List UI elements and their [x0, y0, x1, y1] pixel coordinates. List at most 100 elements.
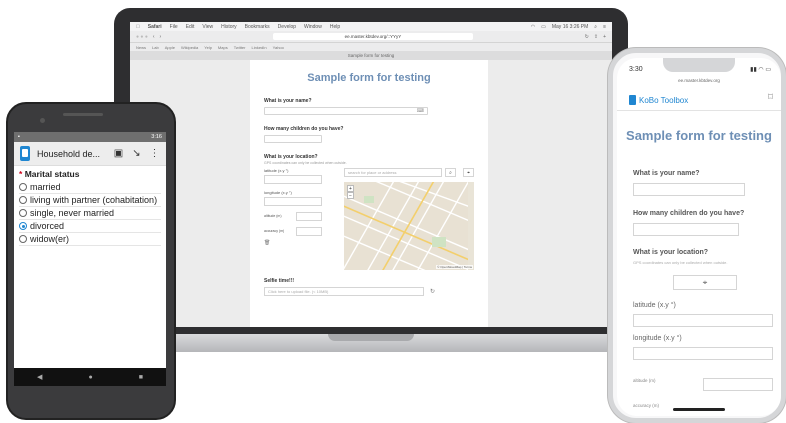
altitude-input[interactable]	[703, 378, 773, 391]
radio-button[interactable]	[19, 209, 27, 217]
bookmark-item[interactable]: News	[136, 45, 146, 50]
bookmark-item[interactable]: LinkedIn	[251, 45, 266, 50]
altitude-label: altitude (m)	[264, 213, 282, 218]
latitude-input[interactable]	[264, 175, 322, 184]
accuracy-input[interactable]	[296, 227, 322, 236]
form-title: Sample form for testing	[626, 128, 772, 143]
bookmark-item[interactable]: Apple	[165, 45, 175, 50]
option-widower[interactable]: widow(er)	[19, 233, 161, 246]
browser-tab[interactable]: Sample form for testing	[130, 51, 612, 60]
form-title: Sample form for testing	[307, 72, 431, 84]
map-tiles	[344, 182, 474, 270]
option-divorced[interactable]: divorced	[19, 220, 161, 233]
zoom-out-button[interactable]: −	[347, 192, 354, 199]
latitude-label: latitude (x.y °)	[633, 302, 676, 309]
map-search-button[interactable]: ⌕	[445, 168, 456, 177]
longitude-label: longitude (x.y °)	[633, 335, 682, 342]
iphone-url-bar[interactable]: ee.master.kbtdev.org	[617, 78, 781, 83]
children-input[interactable]	[264, 135, 322, 143]
menu-safari[interactable]: Safari	[148, 24, 162, 30]
window-buttons[interactable]: ● ● ●	[136, 34, 148, 40]
web-page: Sample form for testing What is your nam…	[130, 60, 612, 327]
android-speaker	[63, 113, 103, 116]
radio-button[interactable]	[19, 196, 27, 204]
menu-file[interactable]: File	[170, 24, 178, 30]
forward-icon[interactable]: ›	[160, 34, 162, 40]
android-nav-bar: ◀ ● ■	[14, 368, 166, 386]
geopoint-fields: latitude (x.y °) longitude (x.y °) altit…	[264, 168, 336, 270]
option-label: single, never married	[30, 208, 115, 218]
keyboard-icon: ⌨	[416, 108, 424, 114]
location-hint: GPS coordinates can only be collected wh…	[633, 260, 728, 265]
mac-menubar:  Safari File Edit View History Bookmark…	[130, 22, 612, 31]
menubar-clock: May 16 3:26 PM	[551, 23, 589, 30]
recents-nav-icon[interactable]: ■	[139, 374, 143, 381]
address-bar[interactable]: ee.master.kbtdev.org/::YYyY	[272, 33, 473, 40]
trash-icon[interactable]: 🗑	[264, 240, 336, 246]
overflow-menu-icon[interactable]: ⋮	[149, 148, 160, 159]
reload-icon[interactable]: ↻	[585, 34, 589, 40]
save-icon[interactable]: ▣	[113, 148, 124, 159]
kobo-logo: KoBo Toolbox	[629, 95, 688, 105]
back-icon[interactable]: ‹	[153, 34, 155, 40]
name-input[interactable]: ⌨	[264, 107, 428, 115]
map-search-input[interactable]: search for place or address	[344, 168, 442, 177]
altitude-input[interactable]	[296, 212, 322, 221]
menu-history[interactable]: History	[221, 24, 237, 30]
laptop-screen:  Safari File Edit View History Bookmark…	[130, 22, 612, 327]
battery-icon[interactable]: ▭	[541, 24, 546, 30]
option-living-with-partner[interactable]: living with partner (cohabitation)	[19, 194, 161, 207]
map-search: search for place or address ⌕ ⌖	[344, 168, 474, 177]
map-attribution: © OpenStreetMap | Terms	[436, 265, 473, 269]
option-single[interactable]: single, never married	[19, 207, 161, 220]
radio-button[interactable]	[19, 183, 27, 191]
search-icon[interactable]: ⌕	[594, 24, 597, 30]
file-upload-input[interactable]: Click here to upload file. (< 10MB)	[264, 287, 424, 296]
home-indicator[interactable]	[673, 408, 725, 411]
required-mark: *	[19, 169, 23, 179]
back-nav-icon[interactable]: ◀	[37, 373, 42, 381]
app-icon	[20, 146, 30, 161]
radio-button[interactable]	[19, 235, 27, 243]
refresh-icon[interactable]: ↻	[430, 288, 435, 295]
children-input[interactable]	[633, 223, 739, 236]
wifi-icon[interactable]: ◠	[531, 24, 535, 30]
question-children-label: How many children do you have?	[264, 126, 344, 132]
latitude-input[interactable]	[633, 314, 773, 327]
apple-icon[interactable]: 	[136, 24, 140, 30]
bookmark-item[interactable]: Lab	[152, 45, 159, 50]
question-children-label: How many children do you have?	[633, 210, 745, 217]
status-time: 3:16	[151, 134, 162, 140]
kobo-logo-mark	[629, 95, 636, 105]
bookmark-item[interactable]: Yahoo	[273, 45, 284, 50]
jump-icon[interactable]: ↘	[131, 148, 142, 159]
list-icon[interactable]: ≡	[603, 24, 606, 30]
locate-me-button[interactable]: ⌖	[673, 275, 737, 290]
radio-button-selected[interactable]	[19, 222, 27, 230]
longitude-input[interactable]	[633, 347, 773, 360]
menu-view[interactable]: View	[202, 24, 213, 30]
share-icon[interactable]: ⇪	[594, 34, 598, 40]
map-view[interactable]: + − © OpenStreetMap | Terms	[344, 182, 474, 270]
question-location-label: What is your location?	[264, 154, 318, 160]
menu-help[interactable]: Help	[330, 24, 340, 30]
bookmark-item[interactable]: Wikipedia	[181, 45, 198, 50]
android-status-bar: ▪ 3:16	[14, 132, 166, 142]
new-tab-icon[interactable]: +	[603, 34, 606, 40]
bookmark-icon[interactable]: ⌑	[768, 92, 773, 103]
bookmark-item[interactable]: Yelp	[204, 45, 212, 50]
menu-window[interactable]: Window	[304, 24, 322, 30]
bookmark-item[interactable]: Twitter	[234, 45, 246, 50]
option-married[interactable]: married	[19, 181, 161, 194]
question-location-label: What is your location?	[633, 249, 709, 256]
name-input[interactable]	[633, 183, 745, 196]
home-nav-icon[interactable]: ●	[88, 374, 92, 381]
menu-edit[interactable]: Edit	[186, 24, 195, 30]
locate-me-button[interactable]: ⌖	[463, 168, 474, 177]
menu-develop[interactable]: Develop	[278, 24, 296, 30]
zoom-in-button[interactable]: +	[347, 185, 354, 192]
map-panel: search for place or address ⌕ ⌖ + − © Op…	[344, 168, 474, 270]
menu-bookmarks[interactable]: Bookmarks	[245, 24, 270, 30]
bookmark-item[interactable]: Maps	[218, 45, 228, 50]
longitude-input[interactable]	[264, 197, 322, 206]
